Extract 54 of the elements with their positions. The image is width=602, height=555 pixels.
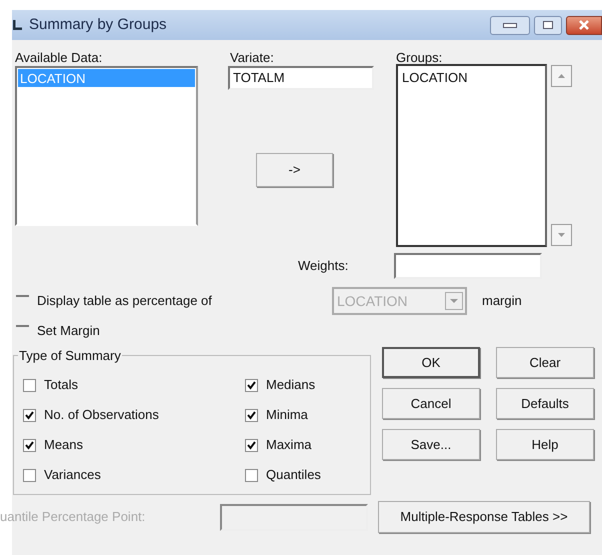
checkbox[interactable] — [245, 378, 258, 392]
dialog-button[interactable]: Cancel — [382, 388, 480, 419]
checkmark-icon — [25, 440, 34, 450]
checkbox[interactable] — [245, 438, 258, 452]
weights-field[interactable] — [394, 253, 542, 279]
maximize-icon — [543, 21, 553, 29]
checkbox[interactable] — [23, 468, 36, 482]
margin-label: margin — [482, 292, 522, 310]
window-title: Summary by Groups — [29, 14, 167, 35]
groups-list[interactable]: LOCATION — [396, 64, 547, 247]
maximize-button[interactable] — [534, 16, 562, 34]
checkbox-label: Quantiles — [266, 466, 321, 484]
checkmark-icon — [247, 440, 256, 450]
checkmark-icon — [247, 410, 256, 420]
checkbox-label: Display table as percentage of — [37, 292, 213, 310]
dialog-button[interactable]: -> — [256, 153, 333, 187]
field-label: Groups: — [396, 49, 444, 64]
dialog-button[interactable]: Clear — [496, 347, 594, 378]
checkbox-label: Variances — [44, 466, 101, 484]
scroll-down-button[interactable] — [551, 224, 572, 246]
close-icon — [579, 20, 589, 30]
minimize-button[interactable] — [490, 16, 530, 34]
dialog-button[interactable]: Help — [496, 429, 594, 460]
checkbox[interactable] — [245, 408, 258, 422]
scroll-up-button[interactable] — [551, 65, 572, 87]
field-label: Variate: — [229, 49, 275, 66]
dialog-button[interactable]: Defaults — [496, 388, 594, 419]
margin-select: LOCATION — [332, 287, 467, 315]
checkbox[interactable] — [23, 408, 36, 422]
checkbox[interactable] — [23, 378, 36, 392]
dialog-button[interactable]: Save... — [382, 429, 480, 460]
down-arrow-icon — [558, 233, 565, 237]
field-label: Weights: — [298, 257, 350, 276]
checkbox-label: Minima — [266, 406, 308, 424]
close-button[interactable] — [566, 16, 602, 34]
checkbox[interactable] — [23, 438, 36, 452]
multiple-response-button[interactable]: Multiple-Response Tables >> — [378, 501, 590, 533]
checkbox-label: Means — [44, 436, 84, 454]
checkbox-label: Set Margin — [37, 322, 100, 340]
checkbox-label: Totals — [44, 376, 78, 394]
checkbox-label: No. of Observations — [44, 406, 159, 424]
checkbox-label: Medians — [266, 376, 316, 394]
variate-field[interactable]: TOTALM — [228, 66, 374, 90]
minimize-icon — [503, 22, 517, 28]
checkmark-icon — [25, 410, 34, 420]
app-icon — [13, 20, 23, 30]
field-label: Available Data: — [15, 49, 104, 66]
checkbox[interactable] — [245, 468, 258, 482]
dialog-button[interactable]: OK — [382, 347, 480, 378]
checkbox-label: Maxima — [266, 436, 312, 454]
list-item[interactable]: LOCATION — [400, 68, 543, 86]
quantile-label: uantile Percentage Point: — [0, 508, 146, 526]
up-arrow-icon — [558, 74, 565, 78]
checkmark-icon — [247, 380, 256, 390]
